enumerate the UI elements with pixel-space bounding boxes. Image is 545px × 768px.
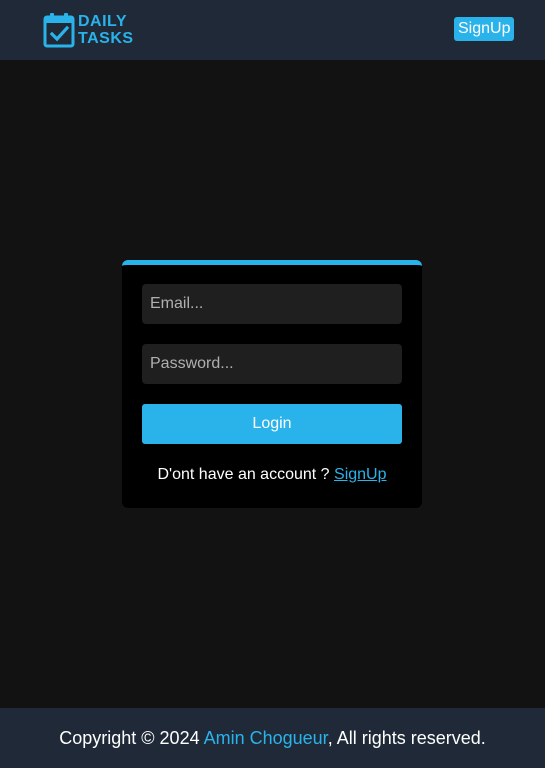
login-card: Login D'ont have an account ? SignUp [122, 260, 422, 508]
copyright-text: Copyright © 2024 Amin Chogueur, All righ… [59, 728, 486, 749]
copyright-prefix: Copyright © 2024 [59, 727, 204, 748]
footer: Copyright © 2024 Amin Chogueur, All righ… [0, 708, 545, 768]
signup-button[interactable]: SignUp [454, 17, 515, 41]
logo[interactable]: DAILY TASKS [43, 11, 134, 48]
signup-link[interactable]: SignUp [334, 466, 386, 483]
calendar-check-icon [43, 12, 75, 47]
logo-line-1: DAILY [78, 12, 128, 30]
password-input[interactable] [142, 344, 402, 384]
email-input[interactable] [142, 284, 402, 324]
signup-prompt-text: D'ont have an account ? [157, 466, 335, 483]
navbar: DAILY TASKS SignUp [0, 0, 545, 60]
copyright-suffix: , All rights reserved. [327, 727, 486, 748]
logo-text: DAILY TASKS [78, 13, 134, 47]
logo-line-2: TASKS [78, 29, 134, 47]
signup-prompt: D'ont have an account ? SignUp [122, 465, 422, 485]
login-button[interactable]: Login [142, 404, 402, 444]
author-link[interactable]: Amin Chogueur [204, 728, 328, 748]
